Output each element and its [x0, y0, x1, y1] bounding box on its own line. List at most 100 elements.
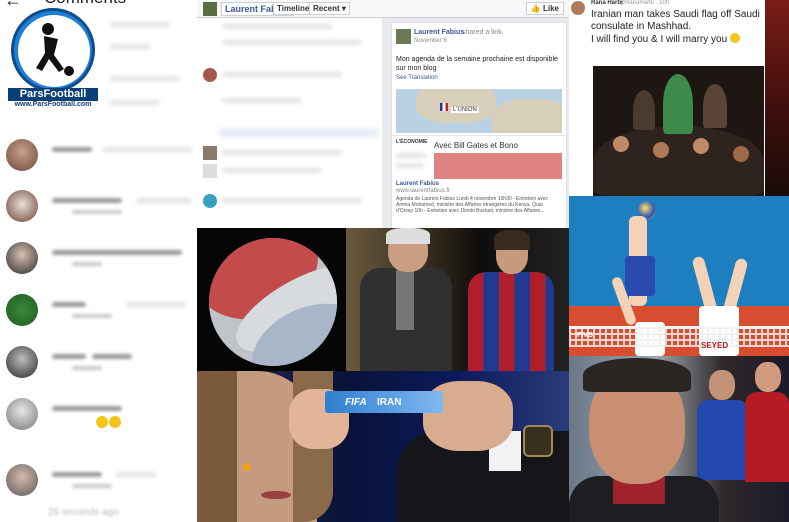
- watch-icon: [523, 425, 553, 457]
- parsfootball-logo: ParsFootball www.ParsFootball.com: [8, 8, 98, 108]
- page-avatar: [203, 2, 217, 16]
- blurred-text: [72, 262, 102, 266]
- slip-text-fifa: FIFA: [345, 397, 367, 408]
- emoji-icon: [96, 416, 108, 428]
- footballer: [468, 272, 554, 371]
- blurred-text: [72, 314, 112, 318]
- map-tag: L'UNION: [451, 107, 479, 113]
- timeline-left-column: [197, 18, 382, 228]
- blurred-text: [126, 302, 186, 307]
- blurred-text: [52, 250, 182, 255]
- old-man-and-footballer-photo: [346, 228, 569, 371]
- comment-timestamp: 26 seconds ago: [48, 507, 119, 518]
- facebook-screenshot: Laurent Fabius Timeline ▾ Recent ▾ 👍 Lik…: [197, 0, 569, 228]
- link-name[interactable]: Laurent Fabius: [396, 181, 439, 187]
- blurred-text: [222, 198, 362, 203]
- post-avatar: [396, 29, 411, 44]
- comment-item[interactable]: [6, 398, 192, 432]
- avatar: [6, 139, 38, 171]
- link-url[interactable]: www.laurentfabius.fr: [396, 188, 450, 194]
- blurred-text: [72, 210, 122, 214]
- post-headline[interactable]: Avec Bill Gates et Bono: [434, 141, 518, 150]
- face-with-tears-of-joy-icon: [729, 33, 740, 43]
- world-cup-draw-photo: FIFA IRAN: [197, 371, 569, 522]
- tweet-handle: @RanaHarbi · 10h: [619, 0, 670, 6]
- man-and-wrestlers-photo: [569, 356, 789, 522]
- blurred-text: [222, 72, 342, 77]
- volleyball-photo: SEYED FIVB: [569, 196, 789, 356]
- blurred-text: [222, 98, 302, 103]
- avatar: [203, 194, 217, 208]
- blurred-text: [72, 484, 112, 488]
- blurred-text: [116, 472, 156, 477]
- avatar: [6, 294, 38, 326]
- post-thumbnail: L'ÉCONOMIE: [396, 139, 430, 183]
- logo-circle: [11, 8, 95, 92]
- blurred-text: [72, 366, 102, 370]
- tweet-text-2: I will find you & I will marry you: [591, 33, 740, 45]
- comment-item[interactable]: [6, 464, 192, 498]
- blurred-text: [110, 22, 170, 27]
- blurred-text: [219, 128, 379, 138]
- slip-text-iran: IRAN: [377, 397, 402, 408]
- like-button[interactable]: 👍 Like: [525, 2, 564, 15]
- comment-item[interactable]: [6, 242, 192, 276]
- comment-item[interactable]: [6, 346, 192, 380]
- footballer-icon: [18, 15, 90, 87]
- moon: [209, 238, 337, 366]
- avatar: [6, 464, 38, 496]
- facebook-post: Laurent Fabius shared a link. November 6…: [391, 22, 567, 228]
- pepsi-moon-photo: [197, 228, 346, 371]
- post-map-image[interactable]: L'UNION: [396, 89, 562, 133]
- facebook-page-bar: Laurent Fabius Timeline ▾ Recent ▾ 👍 Lik…: [197, 0, 569, 18]
- blurred-text: [52, 354, 86, 359]
- avatar: [6, 242, 38, 274]
- blurred-text: [102, 147, 192, 152]
- comments-panel: ← Comments ParsFootball www.ParsFootball…: [0, 0, 197, 522]
- blurred-text: [92, 354, 132, 359]
- divider: [392, 135, 566, 136]
- blurred-text: [52, 302, 86, 307]
- avatar: [203, 164, 217, 178]
- france-flag-icon: [440, 103, 448, 111]
- tweet: Rana Harbi @RanaHarbi · 10h Iranian man …: [569, 0, 765, 66]
- logo-url: www.ParsFootball.com: [14, 101, 92, 108]
- avatar: [6, 398, 38, 430]
- avatar: [6, 190, 38, 222]
- comment-item[interactable]: [6, 139, 192, 173]
- sponsor-logo: FIVB: [577, 332, 593, 339]
- blurred-text: [52, 406, 122, 411]
- net: [569, 327, 789, 347]
- blurred-text: [222, 168, 322, 173]
- jersey-name: SEYED: [701, 341, 729, 350]
- blurred-text: [110, 44, 150, 49]
- avatar: [203, 146, 217, 160]
- recent-dropdown[interactable]: Recent ▾: [309, 2, 350, 15]
- emoji-icon: [109, 416, 121, 428]
- post-date[interactable]: November 6: [414, 38, 447, 44]
- post-text: Mon agenda de la semaine prochaine est d…: [396, 56, 558, 72]
- wrestler: [697, 400, 749, 480]
- comment-item[interactable]: [6, 190, 192, 224]
- blurred-text: [110, 100, 160, 105]
- blurred-text: [136, 198, 192, 203]
- comment-item[interactable]: [6, 294, 192, 328]
- post-author[interactable]: Laurent Fabius: [414, 29, 464, 36]
- blurred-text: [222, 24, 332, 29]
- blurred-text: [52, 147, 92, 152]
- post-image: [434, 153, 562, 179]
- player-jersey: [625, 256, 655, 296]
- tweet-text: Iranian man takes Saudi flag off Saudi c…: [591, 9, 760, 32]
- tweet-author[interactable]: Rana Harbi: [591, 0, 623, 6]
- logo-text: ParsFootball: [8, 88, 98, 101]
- tweet-avatar: [571, 1, 585, 15]
- phone-photo: [765, 0, 789, 196]
- link-description: Agenda de Laurent Fabius Lundi 4 novembr…: [396, 196, 549, 214]
- blurred-text: [52, 472, 102, 477]
- comments-title: Comments: [44, 0, 126, 8]
- blurred-text: [222, 40, 362, 45]
- see-translation-link[interactable]: See Translation: [396, 75, 438, 81]
- avatar: [6, 346, 38, 378]
- wrestler: [745, 392, 789, 482]
- crowd-photo: [593, 66, 764, 196]
